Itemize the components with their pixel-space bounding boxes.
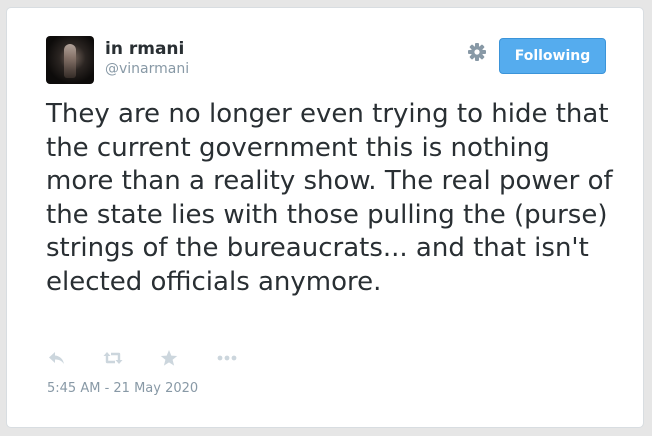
tweet-timestamp[interactable]: 5:45 AM - 21 May 2020 [47,380,198,398]
retweet-icon[interactable] [102,348,124,368]
user-handle[interactable]: @vinarmani [105,60,189,78]
avatar-figure [64,44,76,78]
user-display-name[interactable]: in rmani [105,38,184,60]
reply-icon[interactable] [46,348,68,368]
more-dots-icon[interactable] [216,348,238,368]
gear-icon[interactable] [466,41,488,63]
tweet-card: in rmani @vinarmani Following They are n… [6,7,644,428]
following-button[interactable]: Following [499,38,606,74]
favorite-star-icon[interactable] [158,348,180,368]
tweet-text: They are no longer even trying to hide t… [46,99,613,297]
avatar[interactable] [46,36,94,84]
